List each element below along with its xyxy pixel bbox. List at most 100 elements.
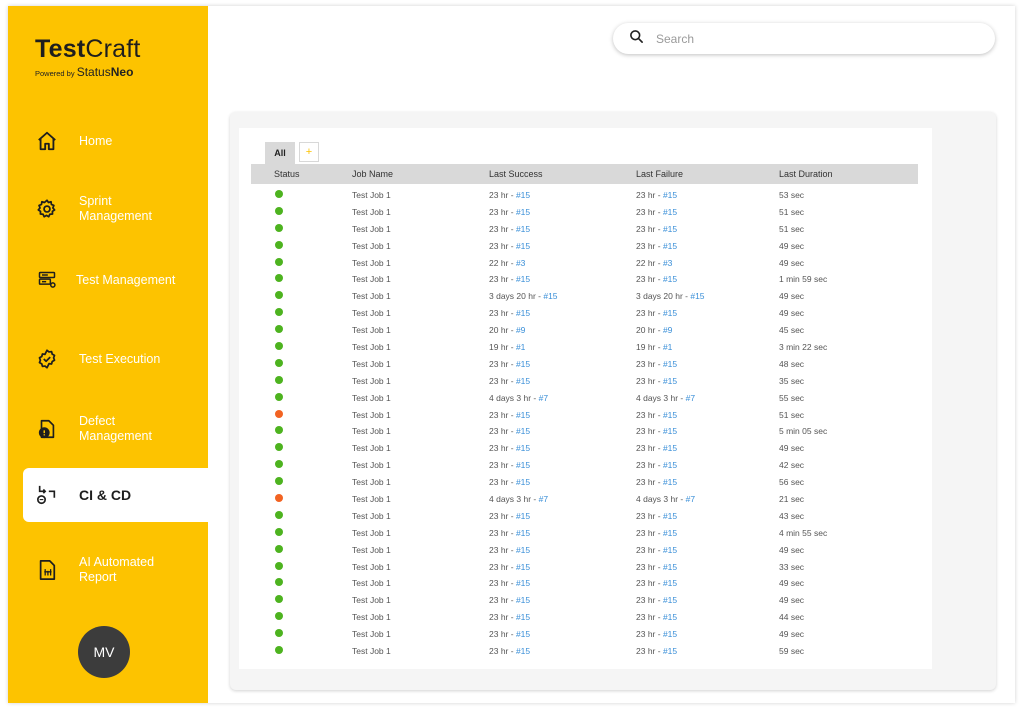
tab-all[interactable]: All <box>265 142 295 164</box>
search-input[interactable] <box>656 31 956 46</box>
last-failure-build-link[interactable]: #15 <box>663 629 677 639</box>
table-row[interactable]: Test Job 1 23 hr - #15 23 hr - #15 35 sec <box>251 372 918 389</box>
last-failure-build-link[interactable]: #15 <box>663 443 677 453</box>
last-failure-build-link[interactable]: #15 <box>663 595 677 605</box>
table-row[interactable]: Test Job 1 23 hr - #15 23 hr - #15 42 sec <box>251 456 918 473</box>
job-name[interactable]: Test Job 1 <box>352 274 391 284</box>
table-row[interactable]: Test Job 1 23 hr - #15 23 hr - #15 49 sec <box>251 439 918 456</box>
add-view-button[interactable]: + <box>299 142 319 162</box>
job-name[interactable]: Test Job 1 <box>352 241 391 251</box>
last-failure-build-link[interactable]: #15 <box>663 646 677 656</box>
job-name[interactable]: Test Job 1 <box>352 578 391 588</box>
job-name[interactable]: Test Job 1 <box>352 562 391 572</box>
last-success-build-link[interactable]: #15 <box>516 443 530 453</box>
last-success-build-link[interactable]: #7 <box>539 393 548 403</box>
last-failure-build-link[interactable]: #15 <box>663 477 677 487</box>
table-row[interactable]: Test Job 1 23 hr - #15 23 hr - #15 51 sec <box>251 406 918 423</box>
table-row[interactable]: Test Job 1 23 hr - #15 23 hr - #15 44 sec <box>251 608 918 625</box>
job-name[interactable]: Test Job 1 <box>352 410 391 420</box>
last-success-build-link[interactable]: #15 <box>516 241 530 251</box>
avatar[interactable]: MV <box>78 626 130 678</box>
last-success-build-link[interactable]: #15 <box>516 460 530 470</box>
sidebar-item-sprint-management[interactable]: Sprint Management <box>23 182 208 236</box>
job-name[interactable]: Test Job 1 <box>352 528 391 538</box>
job-name[interactable]: Test Job 1 <box>352 359 391 369</box>
last-success-build-link[interactable]: #1 <box>516 342 525 352</box>
table-row[interactable]: Test Job 1 23 hr - #15 23 hr - #15 53 sec <box>251 186 918 203</box>
table-row[interactable]: Test Job 1 22 hr - #3 22 hr - #3 49 sec <box>251 254 918 271</box>
job-name[interactable]: Test Job 1 <box>352 207 391 217</box>
last-failure-build-link[interactable]: #15 <box>663 528 677 538</box>
table-row[interactable]: Test Job 1 23 hr - #15 23 hr - #15 59 sec <box>251 642 918 659</box>
last-success-build-link[interactable]: #15 <box>516 646 530 656</box>
last-failure-build-link[interactable]: #3 <box>663 258 672 268</box>
table-row[interactable]: Test Job 1 23 hr - #15 23 hr - #15 51 sec <box>251 220 918 237</box>
job-name[interactable]: Test Job 1 <box>352 190 391 200</box>
last-success-build-link[interactable]: #15 <box>516 511 530 521</box>
job-name[interactable]: Test Job 1 <box>352 545 391 555</box>
job-name[interactable]: Test Job 1 <box>352 511 391 521</box>
job-name[interactable]: Test Job 1 <box>352 595 391 605</box>
last-failure-build-link[interactable]: #15 <box>663 578 677 588</box>
last-success-build-link[interactable]: #15 <box>516 578 530 588</box>
sidebar-item-defect-management[interactable]: Defect Management <box>23 402 208 456</box>
header-job-name[interactable]: Job Name <box>352 169 393 179</box>
last-failure-build-link[interactable]: #15 <box>663 410 677 420</box>
table-row[interactable]: Test Job 1 23 hr - #15 23 hr - #15 49 sec <box>251 625 918 642</box>
last-success-build-link[interactable]: #15 <box>516 612 530 622</box>
last-success-build-link[interactable]: #15 <box>516 308 530 318</box>
last-failure-build-link[interactable]: #15 <box>663 545 677 555</box>
table-row[interactable]: Test Job 1 23 hr - #15 23 hr - #15 49 sec <box>251 591 918 608</box>
header-status[interactable]: Status <box>274 169 300 179</box>
table-row[interactable]: Test Job 1 23 hr - #15 23 hr - #15 4 min 55… <box>251 524 918 541</box>
table-row[interactable]: Test Job 14 days 3 hr - #7 4 days 3 hr - … <box>251 389 918 406</box>
job-name[interactable]: Test Job 1 <box>352 494 391 504</box>
sidebar-item-test-execution[interactable]: Test Execution <box>23 332 208 386</box>
sidebar-item-test-management[interactable]: Test Management <box>23 253 208 307</box>
job-name[interactable]: Test Job 1 <box>352 224 391 234</box>
last-failure-build-link[interactable]: #15 <box>663 359 677 369</box>
last-failure-build-link[interactable]: #7 <box>686 494 695 504</box>
table-row[interactable]: Test Job 1 23 hr - #15 23 hr - #15 49 sec <box>251 541 918 558</box>
table-row[interactable]: Test Job 1 23 hr - #15 23 hr - #15 1 min 59… <box>251 270 918 287</box>
table-row[interactable]: Test Job 1 23 hr - #15 23 hr - #15 49 sec <box>251 304 918 321</box>
last-failure-build-link[interactable]: #15 <box>663 274 677 284</box>
last-success-build-link[interactable]: #7 <box>539 494 548 504</box>
last-failure-build-link[interactable]: #15 <box>663 511 677 521</box>
last-success-build-link[interactable]: #15 <box>543 291 557 301</box>
table-row[interactable]: Test Job 1 23 hr - #15 23 hr - #15 49 sec <box>251 574 918 591</box>
table-row[interactable]: Test Job 1 23 hr - #15 23 hr - #15 49 sec <box>251 237 918 254</box>
last-success-build-link[interactable]: #15 <box>516 274 530 284</box>
job-name[interactable]: Test Job 1 <box>352 426 391 436</box>
header-last-duration[interactable]: Last Duration <box>779 169 833 179</box>
table-row[interactable]: Test Job 14 days 3 hr - #7 4 days 3 hr - … <box>251 490 918 507</box>
job-name[interactable]: Test Job 1 <box>352 460 391 470</box>
last-failure-build-link[interactable]: #15 <box>663 612 677 622</box>
job-name[interactable]: Test Job 1 <box>352 342 391 352</box>
job-name[interactable]: Test Job 1 <box>352 477 391 487</box>
last-failure-build-link[interactable]: #15 <box>663 207 677 217</box>
last-failure-build-link[interactable]: #1 <box>663 342 672 352</box>
job-name[interactable]: Test Job 1 <box>352 291 391 301</box>
job-name[interactable]: Test Job 1 <box>352 258 391 268</box>
last-success-build-link[interactable]: #9 <box>516 325 525 335</box>
last-failure-build-link[interactable]: #15 <box>663 460 677 470</box>
table-row[interactable]: Test Job 1 23 hr - #15 23 hr - #15 56 sec <box>251 473 918 490</box>
job-name[interactable]: Test Job 1 <box>352 612 391 622</box>
last-failure-build-link[interactable]: #15 <box>690 291 704 301</box>
last-success-build-link[interactable]: #3 <box>516 258 525 268</box>
last-failure-build-link[interactable]: #9 <box>663 325 672 335</box>
last-failure-build-link[interactable]: #15 <box>663 241 677 251</box>
table-row[interactable]: Test Job 1 23 hr - #15 23 hr - #15 43 sec <box>251 507 918 524</box>
last-success-build-link[interactable]: #15 <box>516 410 530 420</box>
last-success-build-link[interactable]: #15 <box>516 190 530 200</box>
last-success-build-link[interactable]: #15 <box>516 595 530 605</box>
job-name[interactable]: Test Job 1 <box>352 393 391 403</box>
job-name[interactable]: Test Job 1 <box>352 443 391 453</box>
header-last-success[interactable]: Last Success <box>489 169 543 179</box>
sidebar-item-ci-cd[interactable]: CI & CD <box>23 468 208 522</box>
table-row[interactable]: Test Job 1 23 hr - #15 23 hr - #15 51 sec <box>251 203 918 220</box>
table-row[interactable]: Test Job 1 19 hr - #1 19 hr - #1 3 min 22 s… <box>251 338 918 355</box>
last-success-build-link[interactable]: #15 <box>516 426 530 436</box>
last-success-build-link[interactable]: #15 <box>516 359 530 369</box>
